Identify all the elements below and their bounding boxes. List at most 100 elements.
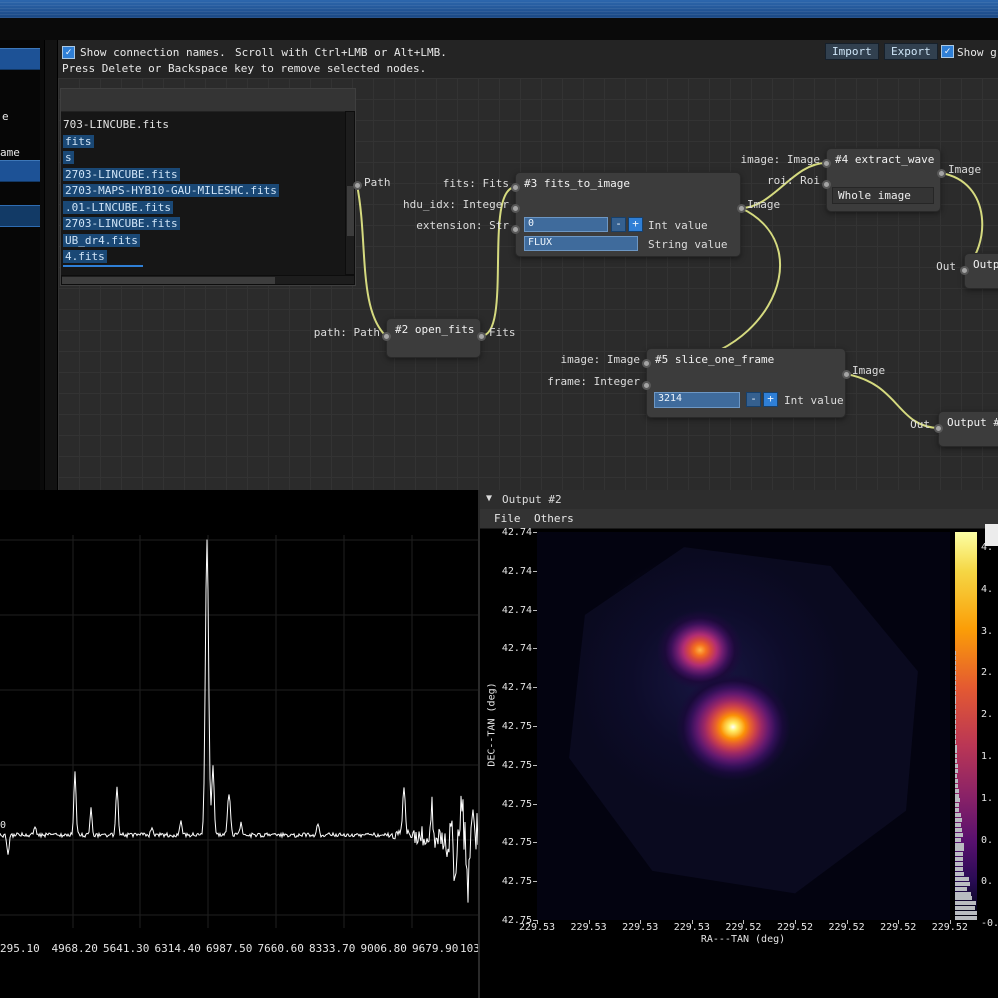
histogram-bar: [955, 828, 962, 832]
spectrum-x-tick: 9679.90: [412, 942, 458, 955]
node-title: #4 extract_wave: [827, 149, 940, 170]
palette-item-label[interactable]: ame: [0, 146, 20, 159]
file-list-vscrollbar[interactable]: [345, 111, 355, 275]
histogram-bar: [955, 887, 967, 891]
input-port-out[interactable]: [934, 424, 943, 433]
file-item[interactable]: 2703-LINCUBE.fits: [61, 216, 345, 233]
hdu-idx-decrement-button[interactable]: -: [611, 217, 626, 232]
port-label-image: Image: [948, 163, 981, 176]
file-list-node-header[interactable]: [61, 89, 355, 112]
file-item[interactable]: fits: [61, 134, 345, 151]
histogram-bar: [955, 676, 956, 680]
colorbar-tick: 3.: [981, 626, 993, 637]
file-list[interactable]: 703-LINCUBE.fitsfitss2703-LINCUBE.fits27…: [61, 111, 345, 275]
colorbar-tick: 2.: [981, 667, 993, 678]
file-item[interactable]: 4.fits: [61, 249, 345, 266]
file-item[interactable]: 703-LINCUBE.fits: [61, 117, 345, 134]
output2-header[interactable]: ▼ Output #2: [480, 490, 998, 510]
input-port-fits[interactable]: [511, 183, 520, 192]
image-y-tick: 42.75: [480, 876, 532, 887]
colorbar-over-swatch: [985, 524, 998, 546]
menu-others[interactable]: Others: [534, 512, 574, 525]
histogram-bar: [955, 784, 958, 788]
histogram-bar: [955, 798, 960, 802]
file-list-node[interactable]: 703-LINCUBE.fitsfitss2703-LINCUBE.fits27…: [60, 88, 356, 286]
image-y-tick: 42.74: [480, 527, 532, 538]
hdu-idx-value-field[interactable]: 0: [524, 217, 608, 232]
image-y-tick: 42.75: [480, 799, 532, 810]
histogram-bar: [955, 867, 963, 871]
output-port-image[interactable]: [737, 204, 746, 213]
port-label-fits: Fits: [489, 326, 516, 339]
file-item[interactable]: .01-LINCUBE.fits: [61, 200, 345, 217]
file-item[interactable]: s: [61, 150, 345, 167]
input-port-hdu-idx[interactable]: [511, 204, 520, 213]
palette-item-highlight[interactable]: [0, 205, 40, 227]
input-port-extension[interactable]: [511, 225, 520, 234]
file-list-hscrollbar[interactable]: [61, 275, 355, 285]
histogram-bar: [955, 896, 972, 900]
histogram-bar: [955, 749, 957, 753]
histogram-bar: [955, 789, 959, 793]
y-tickmark: [533, 571, 537, 572]
spectrum-y-tick: 0: [0, 820, 6, 831]
file-item[interactable]: 2703-MAPS-HYB10-GAU-MILESHC.fits: [61, 183, 345, 200]
output-port-image[interactable]: [937, 169, 946, 178]
frame-decrement-button[interactable]: -: [746, 392, 761, 407]
output-port-path[interactable]: [353, 181, 362, 190]
histogram-bar: [955, 661, 956, 665]
y-tickmark: [533, 687, 537, 688]
input-port-roi[interactable]: [822, 180, 831, 189]
vscrollbar-thumb[interactable]: [347, 186, 354, 236]
input-port-path[interactable]: [382, 332, 391, 341]
node-editor: ✓ Show connection names. Scroll with Ctr…: [58, 40, 998, 491]
port-label-extension: extension: Str: [399, 219, 509, 232]
hscrollbar-thumb[interactable]: [62, 277, 275, 284]
sidebar-scrollbar[interactable]: [44, 40, 58, 490]
input-port-out[interactable]: [960, 266, 969, 275]
collapse-arrow-icon[interactable]: ▼: [486, 493, 492, 504]
file-item[interactable]: UB_dr4.fits: [61, 233, 345, 250]
colorbar-histogram: [955, 532, 977, 920]
menu-file[interactable]: File: [494, 512, 521, 525]
extension-value-field[interactable]: FLUX: [524, 236, 638, 251]
window-titlebar[interactable]: [0, 0, 998, 18]
node-open-fits[interactable]: #2 open_fits: [386, 318, 481, 358]
frame-value-field[interactable]: 3214: [654, 392, 740, 408]
spectrum-plot[interactable]: [0, 490, 478, 998]
y-tickmark: [533, 765, 537, 766]
input-port-frame[interactable]: [642, 381, 651, 390]
histogram-bar: [955, 759, 957, 763]
y-tickmark: [533, 881, 537, 882]
input-port-image[interactable]: [822, 159, 831, 168]
node-title: #2 open_fits: [387, 319, 480, 340]
palette-item-selected[interactable]: [0, 160, 40, 182]
y-tickmark: [533, 648, 537, 649]
node-output-1[interactable]: Outp: [964, 253, 998, 289]
file-item[interactable]: 2703-LINCUBE.fits: [61, 167, 345, 184]
output-port-fits[interactable]: [477, 332, 486, 341]
spectrum-plot-panel[interactable]: 295.104968.205641.306314.406987.507660.6…: [0, 490, 478, 998]
palette-item-label[interactable]: e: [2, 110, 9, 123]
spectrum-x-axis: 295.104968.205641.306314.406987.507660.6…: [0, 942, 478, 958]
x-tickmark: [692, 920, 693, 924]
sky-image[interactable]: [537, 532, 950, 920]
node-output-2[interactable]: Output #: [938, 411, 998, 447]
histogram-bar: [955, 696, 956, 700]
frame-increment-button[interactable]: +: [763, 392, 778, 407]
histogram-bar: [955, 705, 956, 709]
image-ylabel: DEC--TAN (deg): [487, 655, 498, 795]
roi-mode-dropdown[interactable]: Whole image: [832, 187, 934, 204]
output-port-image[interactable]: [842, 370, 851, 379]
palette-item-selected[interactable]: [0, 48, 40, 70]
output2-title: Output #2: [502, 493, 562, 506]
colorbar-tick: 2.: [981, 709, 993, 720]
input-port-image[interactable]: [642, 359, 651, 368]
histogram-bar: [955, 852, 963, 856]
hdu-idx-increment-button[interactable]: +: [628, 217, 643, 232]
port-label-image-image: image: Image: [720, 153, 820, 166]
node-palette-sidebar[interactable]: e ame: [0, 40, 40, 490]
histogram-bar: [955, 818, 962, 822]
spectrum-x-tick: 103: [460, 942, 478, 955]
histogram-bar: [955, 681, 956, 685]
